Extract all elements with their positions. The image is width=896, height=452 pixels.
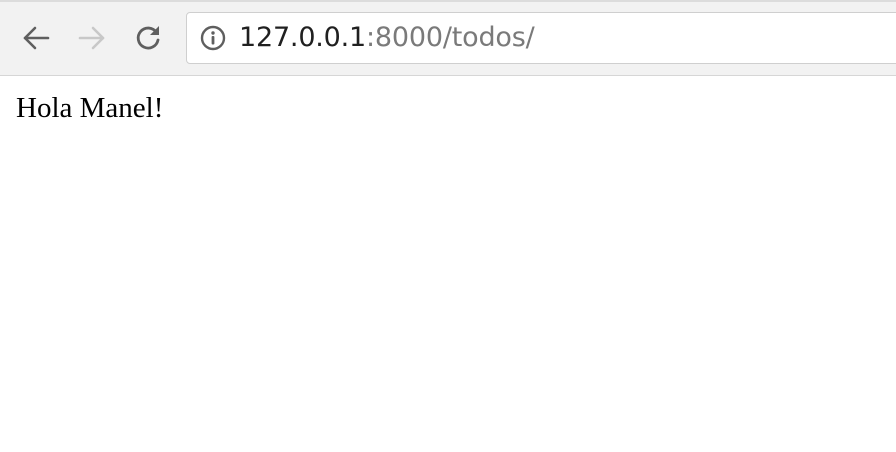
browser-toolbar: 127.0.0.1:8000/todos/ bbox=[0, 0, 896, 76]
tab-strip-edge bbox=[0, 0, 896, 2]
arrow-left-icon bbox=[23, 26, 50, 50]
reload-button[interactable] bbox=[130, 20, 166, 56]
address-bar[interactable]: 127.0.0.1:8000/todos/ bbox=[186, 12, 896, 64]
info-circle-icon[interactable] bbox=[199, 24, 227, 52]
forward-button[interactable] bbox=[74, 20, 110, 56]
page-greeting: Hola Manel! bbox=[16, 92, 164, 124]
arrow-right-icon bbox=[78, 26, 105, 50]
url-path: :8000/todos/ bbox=[366, 22, 535, 53]
url-text[interactable]: 127.0.0.1:8000/todos/ bbox=[239, 12, 535, 64]
url-host: 127.0.0.1 bbox=[239, 22, 367, 53]
back-button[interactable] bbox=[18, 20, 54, 56]
reload-icon bbox=[136, 26, 160, 50]
